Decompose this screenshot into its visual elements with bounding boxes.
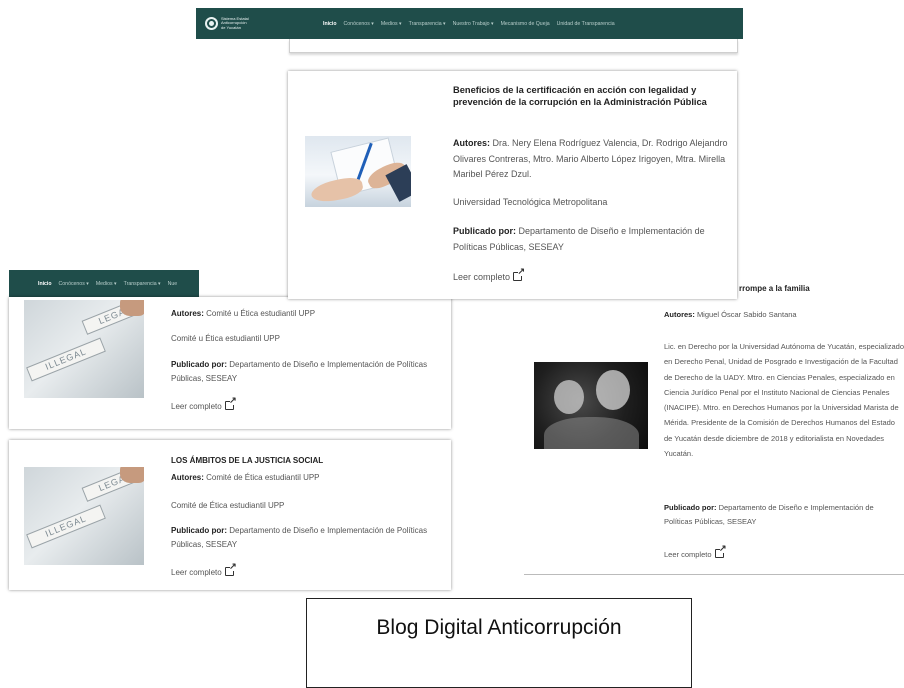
site-logo[interactable]: Sistema Estatal Anticorrupción de Yucatá… xyxy=(205,16,253,30)
card-authors: Autores: Dra. Nery Elena Rodríguez Valen… xyxy=(453,136,729,183)
external-link-icon xyxy=(513,266,525,281)
card-institution: Universidad Tecnológica Metropolitana xyxy=(453,197,608,207)
nav-nuestro-trabajo[interactable]: Nuestro Trabajo ▾ xyxy=(453,21,494,27)
read-more-label: Leer completo xyxy=(453,272,511,282)
blog-card-certificacion: Beneficios de la certificación en acción… xyxy=(288,71,737,299)
authors-value: Dra. Nery Elena Rodríguez Valencia, Dr. … xyxy=(453,138,728,180)
blog-card-familia: rrompe a la familia Autores: Miguel Ósca… xyxy=(524,265,904,575)
nav-medios[interactable]: Medios ▾ xyxy=(96,281,117,287)
nav-nuestro-trabajo[interactable]: Nue xyxy=(168,281,178,287)
thumb-word: ILLEGAL xyxy=(26,337,106,382)
nav-mecanismo-queja[interactable]: Mecanismo de Queja xyxy=(501,21,550,27)
logo-line: de Yucatán xyxy=(221,24,241,30)
external-link-icon xyxy=(224,561,237,576)
read-more-label: Leer completo xyxy=(664,550,712,559)
thumb-hand xyxy=(120,467,144,483)
external-link-icon xyxy=(714,543,727,558)
card-institution: Comité u Ética estudiantil UPP xyxy=(171,334,280,343)
card-authors: Autores: Comité de Ética estudiantil UPP xyxy=(171,472,441,485)
authors-value: Miguel Óscar Sabido Santana xyxy=(696,310,797,319)
photo-figure xyxy=(544,417,639,449)
nav-transparencia[interactable]: Transparencia ▾ xyxy=(409,21,446,27)
authors-label: Autores: xyxy=(453,138,491,148)
published-label: Publicado por: xyxy=(171,526,227,535)
card-thumbnail: LEGAL ILLEGAL xyxy=(24,467,144,565)
read-more-link[interactable]: Leer completo xyxy=(171,561,237,577)
thumb-word: ILLEGAL xyxy=(26,504,106,549)
card-published: Publicado por: Departamento de Diseño e … xyxy=(171,358,441,386)
card-published: Publicado por: Departamento de Diseño e … xyxy=(453,224,729,255)
photo-face xyxy=(554,380,584,414)
read-more-label: Leer completo xyxy=(171,402,222,411)
card-title: rrompe a la familia xyxy=(739,284,810,293)
nav-medios[interactable]: Medios ▾ xyxy=(381,21,402,27)
published-label: Publicado por: xyxy=(171,360,227,369)
read-more-link[interactable]: Leer completo xyxy=(664,543,727,559)
card-bio: Lic. en Derecho por la Universidad Autón… xyxy=(664,342,904,459)
nav-conocenos[interactable]: Conócenos ▾ xyxy=(59,281,89,287)
blog-card-justicia-social: LEGAL ILLEGAL LOS ÁMBITOS DE LA JUSTICIA… xyxy=(9,440,451,590)
card-thumbnail xyxy=(305,136,411,207)
authors-label: Autores: xyxy=(664,310,695,319)
card-published: Publicado por: Departamento de Diseño e … xyxy=(664,501,904,528)
left-navbar: Inicio Conócenos ▾ Medios ▾ Transparenci… xyxy=(9,270,199,297)
card-title: Beneficios de la certificación en acción… xyxy=(453,85,707,107)
logo-mark-icon xyxy=(205,17,218,30)
read-more-label: Leer completo xyxy=(171,568,222,577)
thumb-hand xyxy=(120,300,144,316)
authors-label: Autores: xyxy=(171,473,204,482)
published-label: Publicado por: xyxy=(453,226,516,236)
external-link-icon xyxy=(224,395,237,410)
previous-card-edge xyxy=(289,39,738,53)
top-navbar: Sistema Estatal Anticorrupción de Yucatá… xyxy=(196,8,743,39)
nav-transparencia[interactable]: Transparencia ▾ xyxy=(124,281,161,287)
photo-face xyxy=(596,370,630,410)
caption-box: Blog Digital Anticorrupción xyxy=(306,598,692,688)
nav-conocenos[interactable]: Conócenos ▾ xyxy=(344,21,374,27)
published-label: Publicado por: xyxy=(664,503,717,512)
nav-inicio[interactable]: Inicio xyxy=(38,281,52,287)
card-authors: Autores: Comité u Ética estudiantil UPP xyxy=(171,308,441,321)
card-published: Publicado por: Departamento de Diseño e … xyxy=(171,524,441,552)
authors-label: Autores: xyxy=(171,309,204,318)
card-thumbnail: LEGAL ILLEGAL xyxy=(24,300,144,398)
logo-text: Sistema Estatal Anticorrupción de Yucatá… xyxy=(221,16,253,30)
authors-value: Comité de Ética estudiantil UPP xyxy=(206,473,320,482)
card-authors: Autores: Miguel Óscar Sabido Santana xyxy=(664,309,904,322)
card-title: LOS ÁMBITOS DE LA JUSTICIA SOCIAL xyxy=(171,456,324,465)
card-institution: Comité de Ética estudiantil UPP xyxy=(171,501,285,510)
authors-value: Comité u Ética estudiantil UPP xyxy=(206,309,316,318)
thumb-hand xyxy=(309,174,365,206)
caption-title: Blog Digital Anticorrupción xyxy=(376,616,622,639)
blog-card-etica: LEGAL ILLEGAL Autores: Comité u Ética es… xyxy=(9,297,451,429)
read-more-link[interactable]: Leer completo xyxy=(453,266,525,282)
nav-inicio[interactable]: Inicio xyxy=(323,21,337,27)
card-thumbnail xyxy=(534,362,648,449)
nav-unidad-transparencia[interactable]: Unidad de Transparencia xyxy=(557,21,615,27)
read-more-link[interactable]: Leer completo xyxy=(171,395,237,411)
